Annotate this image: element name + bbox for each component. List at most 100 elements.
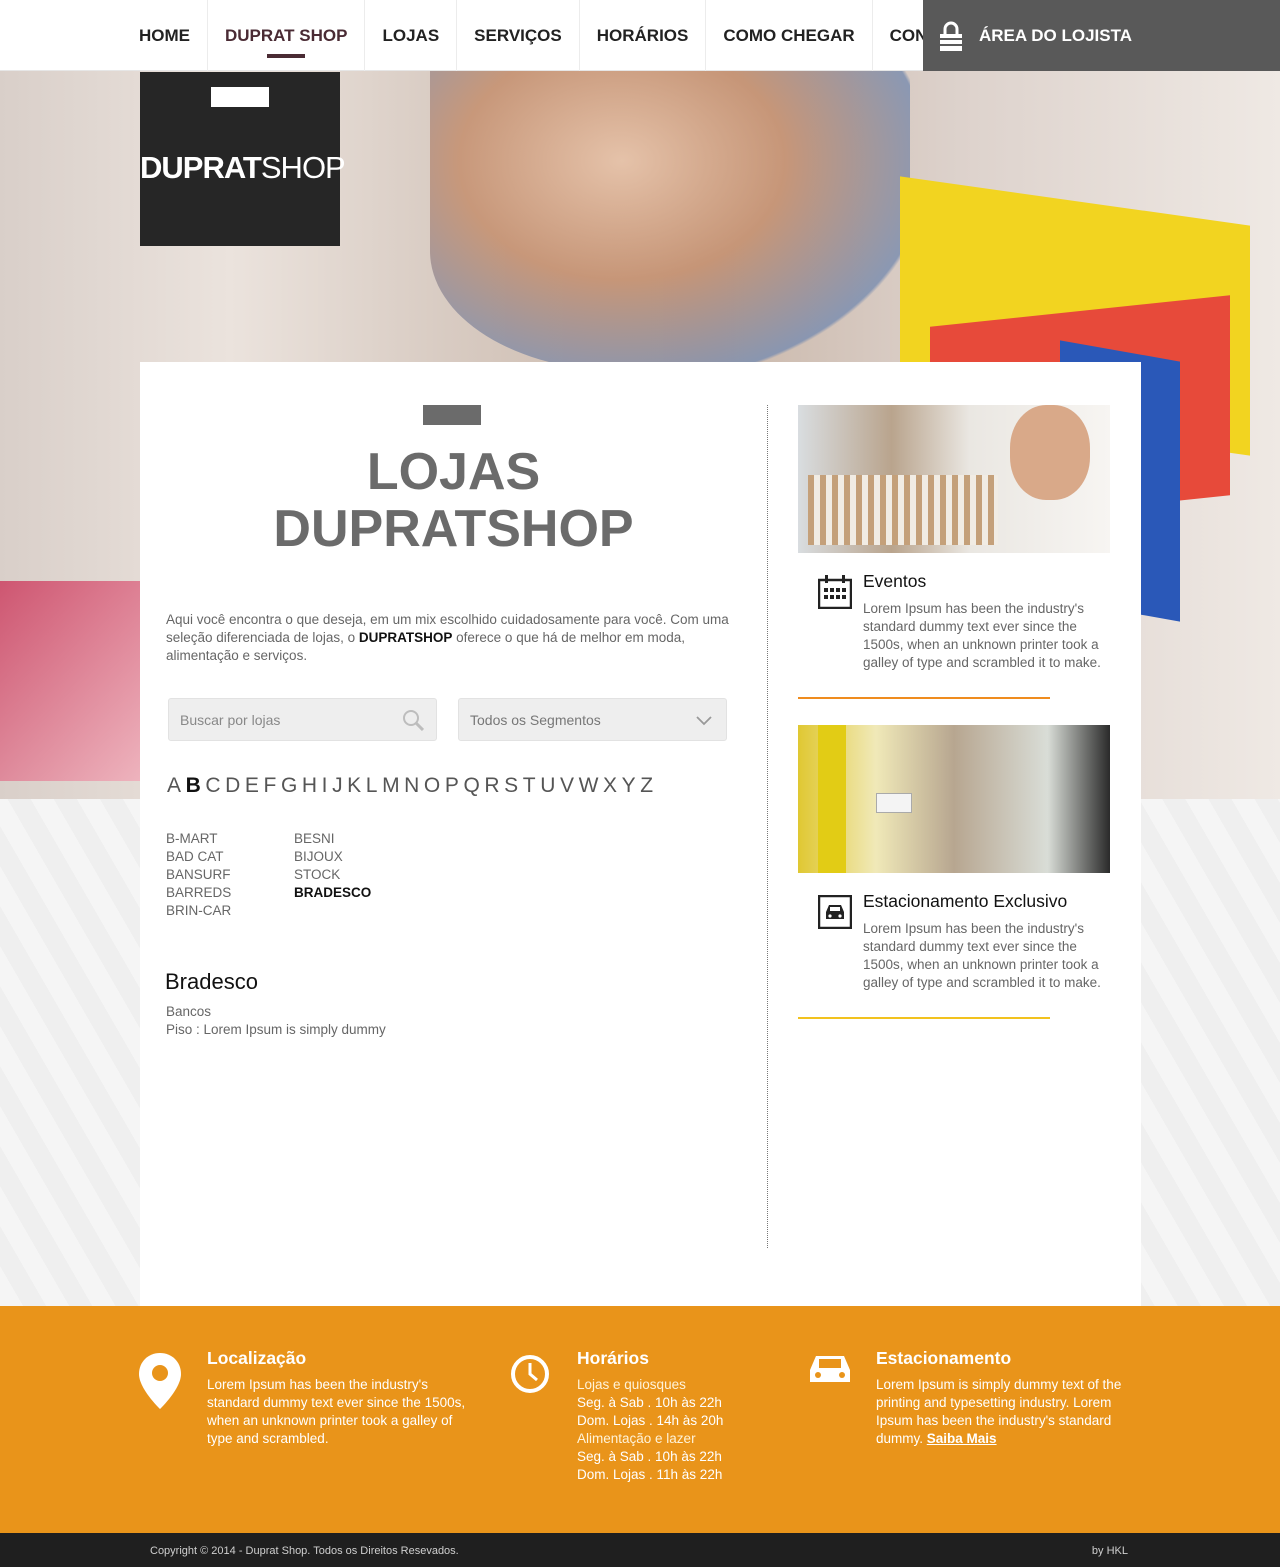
store-list-item[interactable]: BARREDS (166, 884, 231, 902)
estacionamento-text: Lorem Ipsum has been the industry's stan… (863, 921, 1101, 990)
estacionamento-image[interactable] (798, 725, 1110, 873)
letter-filter-a[interactable]: A (167, 774, 181, 798)
nav-label: DUPRAT SHOP (225, 25, 348, 45)
letter-filter-l[interactable]: L (366, 774, 378, 798)
clock-icon (511, 1355, 549, 1393)
top-navigation: HOME DUPRAT SHOP LOJAS SERVIÇOS HORÁRIOS… (0, 0, 1280, 71)
letter-filter-w[interactable]: W (579, 774, 599, 798)
eventos-divider (798, 697, 1050, 699)
shopping-bag-image (0, 581, 140, 781)
horarios-heading: Alimentação e lazer (577, 1431, 696, 1446)
store-list-item[interactable]: BAD CAT (166, 848, 231, 866)
lock-icon (940, 21, 962, 51)
letter-filter-d[interactable]: D (225, 774, 240, 798)
page-title-line2: DUPRATSHOP (273, 500, 634, 558)
nav-label: LOJAS (382, 25, 440, 45)
lojista-label: ÁREA DO LOJISTA (979, 25, 1133, 45)
letter-filter-f[interactable]: F (264, 774, 277, 798)
eventos-title[interactable]: Eventos (863, 571, 926, 592)
search-icon[interactable] (402, 709, 424, 731)
letter-filter-s[interactable]: S (504, 774, 518, 798)
letter-filter-h[interactable]: H (302, 774, 317, 798)
letter-filter-c[interactable]: C (205, 774, 220, 798)
credit-card-image (876, 793, 912, 813)
nav-item-horarios[interactable]: HORÁRIOS (580, 0, 707, 71)
store-list-column-2: BESNI BIJOUX STOCK BRADESCO (294, 830, 371, 902)
store-list-item[interactable]: BRADESCO (294, 884, 371, 902)
store-list-item[interactable]: STOCK (294, 866, 371, 884)
letter-filter-o[interactable]: O (424, 774, 440, 798)
chevron-down-icon (696, 716, 712, 726)
footer-horarios-title: Horários (577, 1348, 649, 1368)
letter-filter-g[interactable]: G (281, 774, 297, 798)
letter-filter-p[interactable]: P (445, 774, 459, 798)
letter-filter-k[interactable]: K (347, 774, 361, 798)
eventos-text: Lorem Ipsum has been the industry's stan… (863, 601, 1101, 670)
horarios-line: Seg. à Sab . 10h às 22h (577, 1395, 722, 1410)
letter-filter-q[interactable]: Q (463, 774, 479, 798)
location-pin-icon (139, 1353, 181, 1409)
intro-text: Aqui você encontra o que deseja, em um m… (166, 611, 736, 665)
saiba-mais-link[interactable]: Saiba Mais (927, 1431, 997, 1446)
title-decoration-bar (423, 405, 481, 425)
calendar-icon (818, 575, 852, 609)
copyright-bar: Copyright © 2014 - Duprat Shop. Todos os… (0, 1533, 1280, 1567)
letter-filter-x[interactable]: X (603, 774, 617, 798)
letter-filter-z[interactable]: Z (640, 774, 653, 798)
nav-label: HOME (139, 25, 190, 45)
footer-localizacao-title: Localização (207, 1348, 307, 1368)
nav-item-servicos[interactable]: SERVIÇOS (457, 0, 580, 71)
alphabet-filter: ABCDEFGHIJKLMNOPQRSTUVWXYZ (167, 774, 658, 798)
active-indicator (267, 54, 306, 58)
letter-filter-m[interactable]: M (382, 774, 400, 798)
letter-filter-u[interactable]: U (540, 774, 555, 798)
page-title-line1: LOJAS (366, 443, 541, 501)
nav-item-duprat-shop[interactable]: DUPRAT SHOP (208, 0, 366, 71)
nav-item-lojas[interactable]: LOJAS (365, 0, 458, 71)
logo-bar (211, 87, 269, 107)
store-detail-title: Bradesco (165, 969, 258, 994)
footer-horarios: Horários Lojas e quiosques Seg. à Sab . … (577, 1348, 777, 1484)
main-content-card: LOJAS DUPRATSHOP Aqui você encontra o qu… (140, 362, 1141, 1306)
store-detail-floor: Piso : Lorem Ipsum is simply dummy (166, 1022, 386, 1037)
parking-pole-image (818, 725, 846, 873)
store-list-item[interactable]: B-MART (166, 830, 231, 848)
footer-localizacao-text: Lorem Ipsum has been the industry's stan… (207, 1377, 466, 1446)
horarios-line: Dom. Lojas . 14h às 20h (577, 1413, 724, 1428)
page-title: LOJAS DUPRATSHOP (140, 444, 767, 558)
nav-item-como-chegar[interactable]: COMO CHEGAR (706, 0, 873, 71)
letter-filter-j[interactable]: J (332, 774, 343, 798)
search-placeholder: Buscar por lojas (180, 711, 281, 728)
footer-localizacao: Localização Lorem Ipsum has been the ind… (207, 1348, 467, 1448)
letter-filter-e[interactable]: E (245, 774, 259, 798)
store-list-item[interactable]: BESNI (294, 830, 371, 848)
area-do-lojista-button[interactable]: ÁREA DO LOJISTA (923, 0, 1280, 71)
letter-filter-n[interactable]: N (404, 774, 419, 798)
letter-filter-t[interactable]: T (523, 774, 536, 798)
vertical-divider (767, 405, 768, 1248)
copyright-text: Copyright © 2014 - Duprat Shop. Todos os… (150, 1545, 459, 1557)
segment-select[interactable]: Todos os Segmentos (458, 698, 727, 741)
letter-filter-i[interactable]: I (322, 774, 328, 798)
footer-estacionamento: Estacionamento Lorem Ipsum is simply dum… (876, 1348, 1126, 1448)
letter-filter-v[interactable]: V (560, 774, 574, 798)
footer-estacionamento-text: Lorem Ipsum is simply dummy text of the … (876, 1376, 1126, 1448)
store-list-item[interactable]: BANSURF (166, 866, 231, 884)
letter-filter-b[interactable]: B (186, 774, 201, 798)
letter-filter-y[interactable]: Y (622, 774, 636, 798)
nav-label: SERVIÇOS (474, 25, 562, 45)
nav-item-home[interactable]: HOME (122, 0, 208, 71)
store-list-column-1: B-MART BAD CAT BANSURF BARREDS BRIN-CAR (166, 830, 231, 920)
logo[interactable]: DUPRATSHOP (140, 72, 346, 246)
eventos-image[interactable] (798, 405, 1110, 553)
letter-filter-r[interactable]: R (484, 774, 499, 798)
credit-text[interactable]: by HKL (1092, 1545, 1128, 1557)
store-list-item[interactable]: BIJOUX (294, 848, 371, 866)
estacionamento-title[interactable]: Estacionamento Exclusivo (863, 891, 1067, 912)
intro-text-bold: DUPRATSHOP (358, 630, 453, 645)
footer-estacionamento-body: Lorem Ipsum is simply dummy text of the … (876, 1377, 1122, 1446)
store-list-item[interactable]: BRIN-CAR (166, 902, 231, 920)
hero-couple-image (430, 71, 910, 371)
search-input[interactable]: Buscar por lojas (168, 698, 437, 741)
horarios-line: Seg. à Sab . 10h às 22h (577, 1449, 722, 1464)
